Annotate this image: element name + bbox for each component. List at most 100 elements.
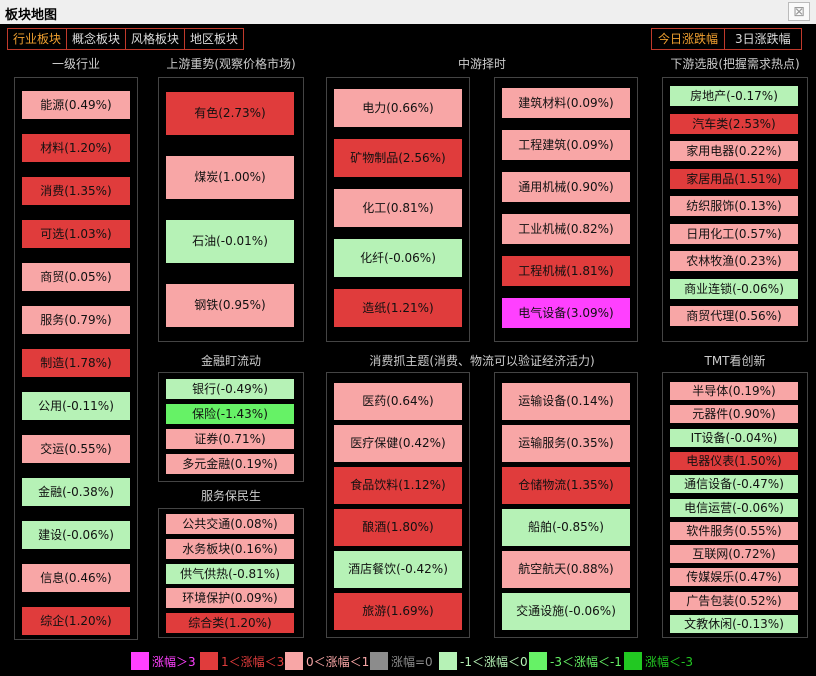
tab-region[interactable]: 地区板块 bbox=[185, 29, 243, 49]
sector-tile[interactable]: 广告包装(0.52%) bbox=[670, 592, 798, 610]
tab-industry[interactable]: 行业板块 bbox=[8, 29, 68, 49]
tab-3day-change[interactable]: 3日涨跌幅 bbox=[725, 29, 801, 49]
sector-tile[interactable]: 元器件(0.90%) bbox=[670, 405, 798, 423]
sector-tile[interactable]: 能源(0.49%) bbox=[22, 91, 130, 119]
sector-tile[interactable]: 通用机械(0.90%) bbox=[502, 172, 630, 202]
sector-tile[interactable]: 电力(0.66%) bbox=[334, 89, 462, 127]
sector-tile[interactable]: 商贸(0.05%) bbox=[22, 263, 130, 291]
sector-tile[interactable]: 建设(-0.06%) bbox=[22, 521, 130, 549]
sector-tile[interactable]: 互联网(0.72%) bbox=[670, 545, 798, 563]
sector-tile[interactable]: 传媒娱乐(0.47%) bbox=[670, 568, 798, 586]
sector-tile[interactable]: 化纤(-0.06%) bbox=[334, 239, 462, 277]
legend-item-down3: 涨幅＜-3 bbox=[624, 652, 693, 670]
sector-tile[interactable]: 电气设备(3.09%) bbox=[502, 298, 630, 328]
section-title-finance: 金融盯流动 bbox=[200, 354, 261, 368]
section-title-consumer: 消费抓主题(消费、物流可以验证经济活力) bbox=[369, 354, 595, 368]
sector-tile[interactable]: 工程建筑(0.09%) bbox=[502, 130, 630, 160]
sector-tile[interactable]: 家用电器(0.22%) bbox=[670, 141, 798, 161]
legend-text: 0＜涨幅＜1 bbox=[306, 654, 370, 669]
sector-tile[interactable]: 环境保护(0.09%) bbox=[166, 588, 294, 608]
sector-tile[interactable]: 家居用品(1.51%) bbox=[670, 169, 798, 189]
tab-today-change[interactable]: 今日涨跌幅 bbox=[652, 29, 726, 49]
sector-tile[interactable]: 船舶(-0.85%) bbox=[502, 509, 630, 546]
sector-tile[interactable]: 制造(1.78%) bbox=[22, 349, 130, 377]
sector-tile[interactable]: 交运(0.55%) bbox=[22, 435, 130, 463]
sector-tile[interactable]: 公用(-0.11%) bbox=[22, 392, 130, 420]
legend-text: 1＜涨幅＜3 bbox=[221, 654, 285, 669]
close-icon[interactable]: ⊠ bbox=[788, 2, 810, 21]
sector-tile[interactable]: IT设备(-0.04%) bbox=[670, 429, 798, 447]
title-bar: 板块地图 ⊠ bbox=[0, 0, 816, 24]
sector-tile[interactable]: 保险(-1.43%) bbox=[166, 404, 294, 424]
sector-tile[interactable]: 信息(0.46%) bbox=[22, 564, 130, 592]
sector-tile[interactable]: 房地产(-0.17%) bbox=[670, 86, 798, 106]
sector-tile[interactable]: 航空航天(0.88%) bbox=[502, 551, 630, 588]
sector-tile[interactable]: 有色(2.73%) bbox=[166, 92, 294, 135]
sector-tile[interactable]: 医疗保健(0.42%) bbox=[334, 425, 462, 462]
sector-tile[interactable]: 商贸代理(0.56%) bbox=[670, 306, 798, 326]
sector-tile[interactable]: 矿物制品(2.56%) bbox=[334, 139, 462, 177]
section-title-upstream: 上游重势(观察价格市场) bbox=[166, 57, 296, 71]
sector-tile[interactable]: 酿酒(1.80%) bbox=[334, 509, 462, 546]
sector-tile[interactable]: 证券(0.71%) bbox=[166, 429, 294, 449]
sector-tile[interactable]: 运输设备(0.14%) bbox=[502, 383, 630, 420]
sector-tile[interactable]: 供气供热(-0.81%) bbox=[166, 564, 294, 584]
sector-tile[interactable]: 消费(1.35%) bbox=[22, 177, 130, 205]
legend-text: -1＜涨幅＜0 bbox=[460, 654, 528, 669]
sector-tile[interactable]: 文教休闲(-0.13%) bbox=[670, 615, 798, 633]
sector-tile[interactable]: 食品饮料(1.12%) bbox=[334, 467, 462, 504]
legend-item-flat: 涨幅=0 bbox=[370, 652, 433, 670]
sector-tile[interactable]: 水务板块(0.16%) bbox=[166, 539, 294, 559]
sector-tile[interactable]: 可选(1.03%) bbox=[22, 220, 130, 248]
sector-tile[interactable]: 钢铁(0.95%) bbox=[166, 284, 294, 327]
sector-tile[interactable]: 软件服务(0.55%) bbox=[670, 522, 798, 540]
legend-text: 涨幅＞3 bbox=[152, 654, 196, 669]
tab-concept[interactable]: 概念板块 bbox=[67, 29, 127, 49]
sector-tile[interactable]: 建筑材料(0.09%) bbox=[502, 88, 630, 118]
sector-tile[interactable]: 半导体(0.19%) bbox=[670, 382, 798, 400]
section-title-service: 服务保民生 bbox=[200, 489, 261, 503]
legend-swatch bbox=[285, 652, 303, 670]
sector-tile[interactable]: 综合类(1.20%) bbox=[166, 613, 294, 633]
legend-item-up1-3: 1＜涨幅＜3 bbox=[200, 652, 284, 670]
legend-swatch bbox=[200, 652, 218, 670]
sector-tile[interactable]: 石油(-0.01%) bbox=[166, 220, 294, 263]
window-title: 板块地图 bbox=[5, 8, 58, 23]
sector-tile[interactable]: 医药(0.64%) bbox=[334, 383, 462, 420]
sector-tile[interactable]: 旅游(1.69%) bbox=[334, 593, 462, 630]
section-title-tmt: TMT看创新 bbox=[704, 354, 766, 368]
sector-tile[interactable]: 造纸(1.21%) bbox=[334, 289, 462, 327]
section-title-downstream: 下游选股(把握需求热点) bbox=[670, 57, 800, 71]
sector-tile[interactable]: 金融(-0.38%) bbox=[22, 478, 130, 506]
tabs-left: 行业板块 概念板块 风格板块 地区板块 bbox=[7, 28, 245, 50]
section-title-yiji: 一级行业 bbox=[51, 57, 100, 71]
sector-tile[interactable]: 公共交通(0.08%) bbox=[166, 514, 294, 534]
sector-tile[interactable]: 电器仪表(1.50%) bbox=[670, 452, 798, 470]
sector-tile[interactable]: 工程机械(1.81%) bbox=[502, 256, 630, 286]
legend-text: 涨幅＜-3 bbox=[645, 654, 693, 669]
sector-tile[interactable]: 日用化工(0.57%) bbox=[670, 224, 798, 244]
sector-tile[interactable]: 工业机械(0.82%) bbox=[502, 214, 630, 244]
sector-tile[interactable]: 通信设备(-0.47%) bbox=[670, 475, 798, 493]
sector-tile[interactable]: 汽车类(2.53%) bbox=[670, 114, 798, 134]
legend-text: -3＜涨幅＜-1 bbox=[550, 654, 622, 669]
sector-tile[interactable]: 服务(0.79%) bbox=[22, 306, 130, 334]
sector-tile[interactable]: 电信运营(-0.06%) bbox=[670, 499, 798, 517]
tab-style[interactable]: 风格板块 bbox=[126, 29, 186, 49]
sector-tile[interactable]: 银行(-0.49%) bbox=[166, 379, 294, 399]
sector-tile[interactable]: 纺织服饰(0.13%) bbox=[670, 196, 798, 216]
sector-tile[interactable]: 化工(0.81%) bbox=[334, 189, 462, 227]
tabs-right: 今日涨跌幅 3日涨跌幅 bbox=[651, 28, 802, 50]
legend-item-down1-3: -3＜涨幅＜-1 bbox=[529, 652, 622, 670]
section-title-midstream: 中游择时 bbox=[457, 57, 506, 71]
sector-tile[interactable]: 材料(1.20%) bbox=[22, 134, 130, 162]
sector-tile[interactable]: 运输服务(0.35%) bbox=[502, 425, 630, 462]
sector-tile[interactable]: 农林牧渔(0.23%) bbox=[670, 251, 798, 271]
sector-tile[interactable]: 多元金融(0.19%) bbox=[166, 454, 294, 474]
sector-tile[interactable]: 商业连锁(-0.06%) bbox=[670, 279, 798, 299]
sector-tile[interactable]: 综企(1.20%) bbox=[22, 607, 130, 635]
sector-tile[interactable]: 煤炭(1.00%) bbox=[166, 156, 294, 199]
sector-tile[interactable]: 酒店餐饮(-0.42%) bbox=[334, 551, 462, 588]
sector-tile[interactable]: 交通设施(-0.06%) bbox=[502, 593, 630, 630]
sector-tile[interactable]: 仓储物流(1.35%) bbox=[502, 467, 630, 504]
